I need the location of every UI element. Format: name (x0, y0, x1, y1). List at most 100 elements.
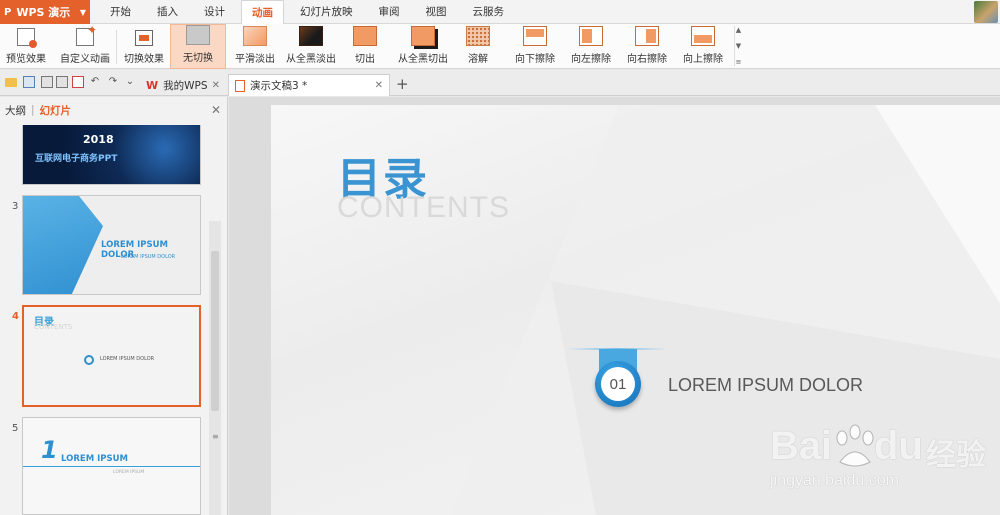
fade-icon (243, 26, 267, 46)
cut-through-black-button[interactable]: 从全黑切出 (395, 24, 451, 69)
slide-thumbnail-3[interactable]: LOREM IPSUM DOLOR LOREM IPSUM DOLOR (22, 195, 201, 295)
slide-subtitle-ghost[interactable]: CONTENTS (337, 191, 510, 225)
app-name: WPS 演示 (16, 6, 71, 19)
document-tab-bar: ↶ ↷ ⌄ W 我的WPS ✕ 演示文稿3 * ✕ + (0, 70, 1000, 96)
wipe-right-icon (635, 26, 659, 46)
thumb-year: 2018 (83, 133, 114, 146)
tab-design[interactable]: 设计 (194, 0, 235, 24)
panel-scrollbar[interactable] (209, 221, 221, 515)
tab-view[interactable]: 视图 (416, 0, 457, 24)
thumb-item-text: LOREM IPSUM DOLOR (100, 356, 155, 362)
panel-tabs: 大纲 | 幻灯片 (0, 97, 227, 123)
tab-animation[interactable]: 动画 (241, 0, 284, 25)
slide-thumbnail-2[interactable]: 2018 互联网电子商务PPT (22, 125, 201, 185)
transition-effect-button[interactable]: 切换效果 (120, 24, 168, 69)
splitter-grip-icon[interactable]: ≡ (212, 432, 219, 441)
close-icon[interactable]: ✕ (211, 103, 221, 117)
thumb-badge (84, 355, 94, 365)
save-icon[interactable] (23, 76, 35, 88)
more-chevron-icon[interactable]: ⌄ (124, 76, 136, 88)
ribbon-label: 无切换 (183, 53, 213, 64)
tab-label: 演示文稿3 * (250, 80, 308, 92)
ribbon-label: 向右擦除 (627, 54, 667, 65)
close-icon[interactable]: ✕ (212, 80, 220, 91)
tab-cloud[interactable]: 云服务 (463, 0, 515, 24)
contents-item-text[interactable]: LOREM IPSUM DOLOR (668, 375, 863, 396)
custom-animation-icon (76, 23, 97, 46)
slide-thumbnail-4[interactable]: 目录 CONTENTS LOREM IPSUM DOLOR (22, 305, 201, 407)
tab-home[interactable]: 开始 (100, 0, 141, 24)
ribbon-toolbar: 预览效果 自定义动画 切换效果 无切换 平滑淡出 从全黑淡出 切出 从全黑切出 … (0, 23, 1000, 69)
menu-bar: P WPS 演示 ▼ 开始 插入 设计 动画 幻灯片放映 审阅 视图 云服务 (0, 0, 1000, 25)
ribbon-label: 平滑淡出 (235, 54, 275, 65)
slide-panel: 大纲 | 幻灯片 ✕ 2018 互联网电子商务PPT 3 LOREM IPSUM… (0, 97, 228, 515)
custom-animation-button[interactable]: 自定义动画 (56, 23, 114, 69)
scrollbar-thumb[interactable] (211, 251, 219, 411)
dissolve-button[interactable]: 溶解 (460, 24, 496, 69)
separator: | (31, 104, 35, 116)
cut-button[interactable]: 切出 (345, 24, 385, 69)
ribbon-label: 从全黑淡出 (286, 54, 336, 65)
ribbon-label: 向上擦除 (683, 54, 723, 65)
fade-through-black-button[interactable]: 从全黑淡出 (283, 24, 339, 69)
watermark-brand: Bai (770, 424, 833, 468)
ribbon-label: 切出 (355, 54, 375, 65)
no-transition-button[interactable]: 无切换 (170, 24, 226, 69)
wipe-right-button[interactable]: 向右擦除 (624, 24, 670, 69)
watermark-cn: 经验 (926, 438, 986, 473)
app-menu-button[interactable]: P WPS 演示 ▼ (0, 0, 90, 24)
avatar[interactable] (974, 1, 998, 23)
ribbon-gallery-scroll[interactable]: ▲ ▼ ≡ (734, 26, 742, 66)
baidu-watermark: Bai du 经验 jingyan.baidu.com (770, 424, 1000, 514)
close-icon[interactable]: ✕ (375, 80, 383, 91)
ribbon-divider (116, 30, 117, 64)
print-icon[interactable] (41, 76, 53, 88)
ribbon-label: 溶解 (468, 54, 488, 65)
thumb-ghost-text: CONTENTS (34, 323, 73, 331)
dissolve-icon (466, 26, 490, 46)
thumb-subtitle: 互联网电子商务PPT (35, 154, 118, 164)
slide-thumbnail-5[interactable]: 1 LOREM IPSUM LOREM IPSUM (22, 417, 201, 515)
tab-slideshow[interactable]: 幻灯片放映 (290, 0, 363, 24)
ribbon-label: 向左擦除 (571, 54, 611, 65)
preview-effect-button[interactable]: 预览效果 (2, 24, 50, 69)
new-tab-plus-icon[interactable]: + (396, 75, 409, 93)
ribbon-label: 自定义动画 (60, 54, 110, 65)
chevron-up-icon[interactable]: ▲ (736, 26, 741, 34)
open-folder-icon[interactable] (5, 78, 17, 87)
thumb-subtitle: LOREM IPSUM (113, 470, 145, 475)
paw-icon (836, 424, 874, 467)
undo-icon[interactable]: ↶ (89, 76, 101, 88)
badge-number: 01 (601, 367, 635, 401)
thumb-subtitle: LOREM IPSUM DOLOR (121, 254, 176, 260)
number-badge[interactable]: 01 (595, 361, 641, 407)
ribbon-label: 预览效果 (6, 54, 46, 65)
chevron-down-icon[interactable]: ▼ (736, 42, 741, 50)
redo-icon[interactable]: ↷ (107, 76, 119, 88)
ribbon-label: 从全黑切出 (398, 54, 448, 65)
wipe-left-button[interactable]: 向左擦除 (568, 24, 614, 69)
thumb-line (23, 466, 200, 467)
wipe-up-button[interactable]: 向上擦除 (680, 24, 726, 69)
no-transition-icon (186, 25, 210, 45)
menu-tabs: 开始 插入 设计 动画 幻灯片放映 审阅 视图 云服务 (100, 0, 520, 25)
slide-number: 3 (12, 201, 19, 212)
fade-black-icon (299, 26, 323, 46)
tab-slides[interactable]: 幻灯片 (40, 103, 72, 118)
tab-presentation[interactable]: 演示文稿3 * ✕ (228, 74, 390, 96)
expand-icon[interactable]: ≡ (736, 58, 742, 66)
tab-review[interactable]: 审阅 (369, 0, 410, 24)
slide-number: 4 (12, 311, 19, 322)
cut-black-icon (411, 26, 435, 46)
transition-icon (135, 30, 153, 46)
export-pdf-icon[interactable] (72, 76, 84, 88)
print-preview-icon[interactable] (56, 76, 68, 88)
ribbon-label: 切换效果 (124, 54, 164, 65)
thumb-title: LOREM IPSUM (61, 454, 128, 464)
wipe-down-button[interactable]: 向下擦除 (512, 24, 558, 69)
tab-outline[interactable]: 大纲 (5, 103, 26, 118)
tab-my-wps[interactable]: W 我的WPS ✕ (140, 74, 226, 96)
fade-smooth-button[interactable]: 平滑淡出 (230, 24, 280, 69)
tab-insert[interactable]: 插入 (147, 0, 188, 24)
watermark-brand-suffix: du (874, 424, 923, 468)
